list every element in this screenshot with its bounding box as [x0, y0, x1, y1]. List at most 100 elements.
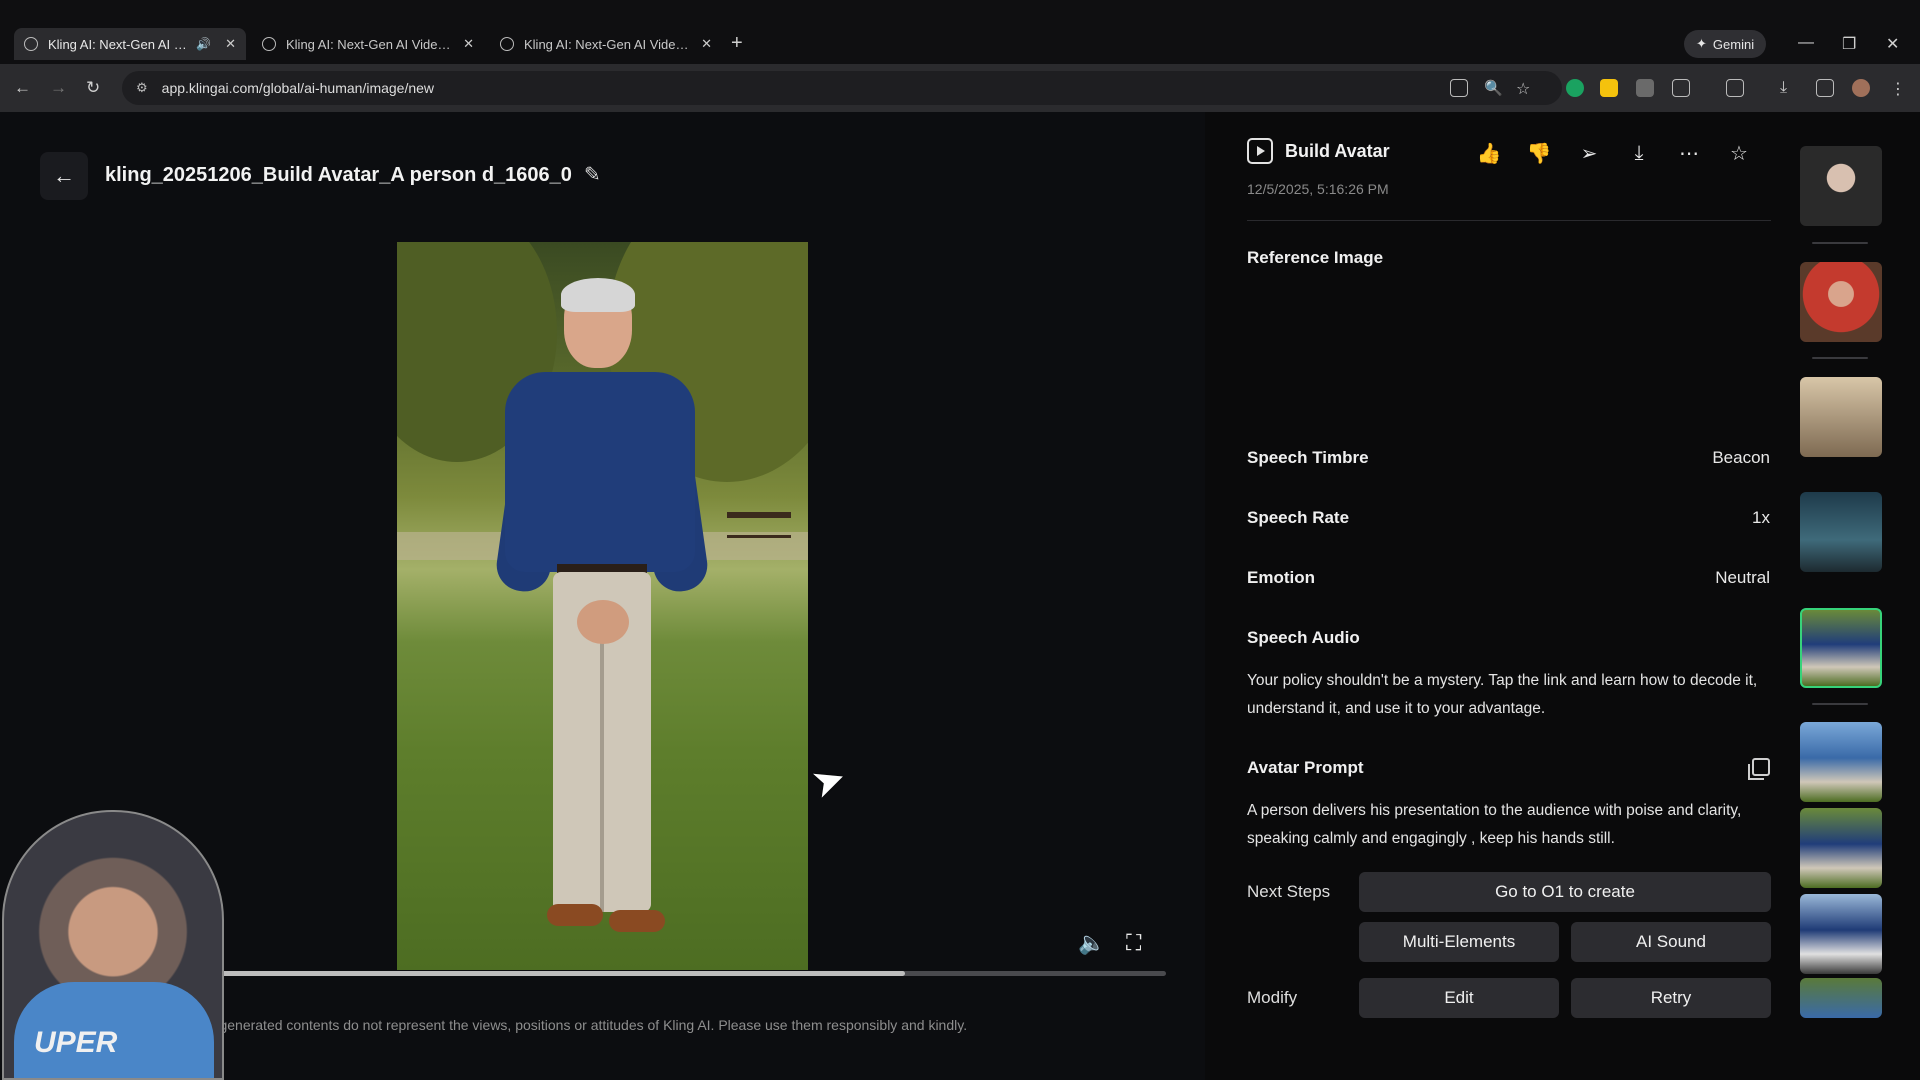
video-progress-bar[interactable] [200, 971, 1166, 976]
minimize-icon[interactable]: — [1798, 34, 1814, 52]
panel-divider [1247, 220, 1771, 221]
go-to-o1-button[interactable]: Go to O1 to create [1359, 872, 1771, 912]
person-hands [577, 600, 629, 644]
generated-video[interactable] [397, 242, 808, 970]
volume-icon[interactable]: 🔈 [1078, 930, 1105, 956]
download-icon[interactable]: ⤓ [1780, 79, 1798, 97]
tab-search-icon[interactable] [1726, 79, 1744, 97]
ai-disclaimer: he generated contents do not represent t… [200, 1017, 968, 1033]
next-steps-label: Next Steps [1247, 882, 1331, 901]
url-text: app.klingai.com/global/ai-human/image/ne… [161, 80, 435, 96]
tab-title: Kling AI: Next-Gen AI Video & / [286, 36, 458, 52]
park-bench [727, 512, 791, 538]
multi-elements-button[interactable]: Multi-Elements [1359, 922, 1559, 962]
favorite-star-icon[interactable]: ☆ [1725, 139, 1753, 167]
person-shirt [505, 372, 695, 572]
puzzle-extensions-icon[interactable] [1672, 79, 1690, 97]
speech-timbre-value: Beacon [1712, 448, 1770, 467]
reload-icon[interactable]: ↻ [86, 78, 100, 98]
extension-icon[interactable] [1636, 79, 1654, 97]
thumbs-down-icon[interactable]: 👎 [1525, 139, 1553, 167]
panel-header: Build Avatar [1247, 138, 1390, 164]
speech-rate-value: 1x [1752, 508, 1770, 527]
profile-avatar[interactable] [1852, 79, 1870, 97]
emotion-label: Emotion [1247, 568, 1315, 587]
share-send-icon[interactable]: ➢ [1575, 139, 1603, 167]
site-settings-icon[interactable]: ⚙ [136, 80, 148, 96]
avatar-prompt-label: Avatar Prompt [1247, 758, 1364, 777]
history-thumbnail[interactable] [1800, 894, 1882, 974]
browser-toolbar: ← → ↻ ⚙ app.klingai.com/global/ai-human/… [0, 64, 1920, 112]
gemini-label: Gemini [1712, 36, 1755, 52]
close-tab-icon[interactable]: ✕ [701, 36, 712, 52]
panel-title: Build Avatar [1285, 140, 1390, 161]
speech-audio-label: Speech Audio [1247, 628, 1360, 647]
tab-title: Kling AI: Next-Gen AI Video & / [524, 36, 696, 52]
grammarly-extension-icon[interactable] [1566, 79, 1584, 97]
emotion-value: Neutral [1715, 568, 1770, 587]
download-icon[interactable]: ⤓ [1625, 139, 1653, 167]
copy-prompt-icon[interactable] [1748, 758, 1770, 780]
bookmark-star-icon[interactable]: ☆ [1516, 79, 1534, 98]
close-tab-icon[interactable]: ✕ [463, 36, 474, 52]
notes-extension-icon[interactable] [1600, 79, 1618, 97]
close-window-icon[interactable]: ✕ [1886, 34, 1899, 54]
page-title: kling_20251206_Build Avatar_A person d_1… [105, 164, 572, 186]
creation-timestamp: 12/5/2025, 5:16:26 PM [1247, 181, 1389, 197]
edit-button[interactable]: Edit [1359, 978, 1559, 1018]
speaker-icon[interactable]: 🔊 [196, 37, 211, 51]
thumbnail-separator [1812, 242, 1868, 244]
ai-sound-button[interactable]: AI Sound [1571, 922, 1771, 962]
pants-seam [600, 632, 604, 912]
restore-icon[interactable]: ❐ [1842, 34, 1856, 54]
modify-label: Modify [1247, 988, 1298, 1007]
history-thumbnail[interactable] [1800, 808, 1882, 888]
person-hair [561, 278, 635, 312]
history-thumbnail[interactable] [1800, 262, 1882, 342]
more-options-icon[interactable]: ⋯ [1675, 139, 1703, 167]
history-thumbnail-selected[interactable] [1800, 608, 1882, 688]
webcam-overlay: UPER [2, 810, 224, 1080]
history-thumbnail[interactable] [1800, 978, 1882, 1018]
fullscreen-icon[interactable]: ⛶ [1126, 930, 1141, 956]
kling-favicon-icon [500, 37, 514, 51]
thumbs-up-icon[interactable]: 👍 [1475, 139, 1503, 167]
browser-tab-3[interactable]: Kling AI: Next-Gen AI Video & / ✕ [490, 28, 722, 60]
sparkle-icon: ✦ [1696, 36, 1707, 51]
speech-rate-label: Speech Rate [1247, 508, 1350, 527]
address-bar[interactable]: ⚙ app.klingai.com/global/ai-human/image/… [122, 71, 1562, 105]
media-control-icon[interactable] [1816, 79, 1834, 97]
reference-image-label: Reference Image [1247, 248, 1384, 267]
kling-favicon-icon [24, 37, 38, 51]
speech-audio-text: Your policy shouldn't be a mystery. Tap … [1247, 672, 1758, 717]
browser-tabbar: Kling AI: Next-Gen AI Video 🔊 ✕ Kling AI… [0, 0, 1920, 64]
video-progress-fill [200, 971, 906, 976]
translate-icon[interactable] [1450, 79, 1468, 97]
history-thumbnail[interactable] [1800, 492, 1882, 572]
kling-favicon-icon [262, 37, 276, 51]
browser-menu-icon[interactable]: ⋮ [1890, 79, 1908, 98]
history-thumbnail[interactable] [1800, 377, 1882, 457]
thumbnail-separator [1812, 703, 1868, 705]
gemini-button[interactable]: ✦ Gemini [1684, 30, 1767, 58]
shirt-print: UPER [34, 1026, 118, 1059]
close-tab-icon[interactable]: ✕ [225, 36, 236, 52]
new-tab-icon[interactable]: + [731, 32, 743, 55]
back-button[interactable]: ← [40, 152, 88, 200]
video-avatar-icon [1247, 138, 1273, 164]
person-shoe [609, 910, 665, 932]
zoom-icon[interactable]: 🔍 [1484, 79, 1503, 97]
panel-actions: 👍 👎 ➢ ⤓ ⋯ ☆ [1475, 139, 1753, 167]
history-thumbnail[interactable] [1800, 722, 1882, 802]
forward-nav-icon[interactable]: → [50, 78, 67, 98]
edit-title-icon[interactable]: ✎ [584, 162, 601, 187]
retry-button[interactable]: Retry [1571, 978, 1771, 1018]
avatar-prompt-text: A person delivers his presentation to th… [1247, 802, 1742, 847]
tab-title: Kling AI: Next-Gen AI Video [48, 36, 188, 52]
browser-tab-1[interactable]: Kling AI: Next-Gen AI Video 🔊 ✕ [14, 28, 246, 60]
browser-tab-2[interactable]: Kling AI: Next-Gen AI Video & / ✕ [252, 28, 484, 60]
back-nav-icon[interactable]: ← [14, 78, 31, 98]
history-thumbnail[interactable] [1800, 146, 1882, 226]
person-shoe [547, 904, 603, 926]
thumbnail-separator [1812, 357, 1868, 359]
